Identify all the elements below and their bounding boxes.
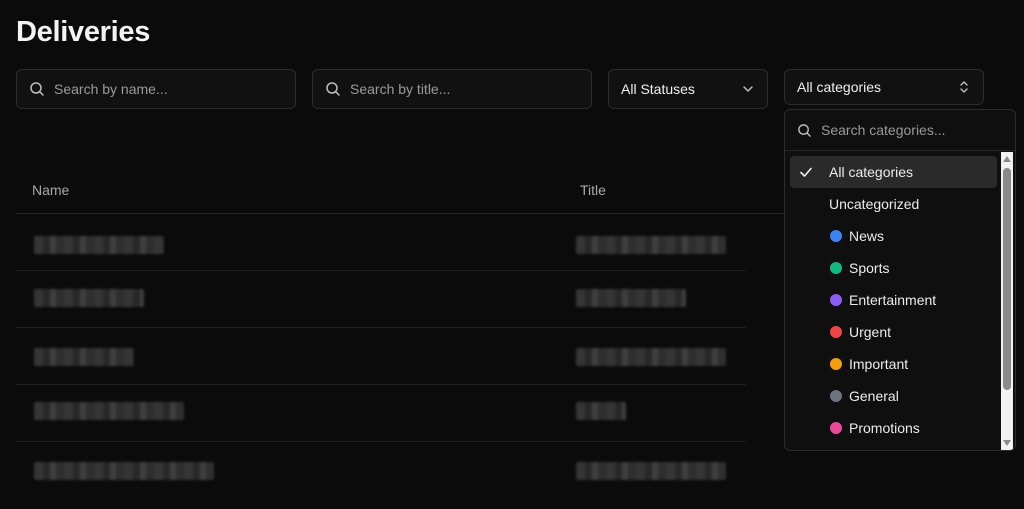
category-option-news[interactable]: News: [790, 220, 997, 252]
search-icon: [30, 82, 44, 96]
category-option-sports[interactable]: Sports: [790, 252, 997, 284]
search-icon: [326, 82, 340, 96]
category-option-label: News: [849, 228, 885, 244]
row-divider: [16, 270, 746, 271]
category-option-promotions[interactable]: Promotions: [790, 412, 997, 444]
category-search-field[interactable]: [785, 110, 1015, 151]
row-divider: [16, 327, 746, 328]
name-search-field[interactable]: [16, 69, 296, 109]
category-color-dot: [830, 230, 842, 242]
category-option-label: Urgent: [849, 324, 892, 340]
category-option-label: Uncategorized: [829, 196, 920, 212]
category-option-important[interactable]: Important: [790, 348, 997, 380]
scrollbar-thumb[interactable]: [1003, 168, 1011, 390]
title-search-field[interactable]: [312, 69, 592, 109]
redacted-title-cell: [576, 236, 726, 254]
category-color-dot: [830, 422, 842, 434]
category-option-label: Promotions: [849, 420, 920, 436]
category-option-urgent[interactable]: Urgent: [790, 316, 997, 348]
category-option-label: General: [849, 388, 899, 404]
redacted-name-cell: [34, 236, 164, 254]
column-header-name: Name: [32, 182, 70, 198]
check-icon: [800, 167, 812, 177]
redacted-title-cell: [576, 348, 726, 366]
category-search-input[interactable]: [821, 122, 1001, 138]
name-search-input[interactable]: [54, 70, 295, 108]
category-color-dot: [830, 294, 842, 306]
category-option-label: Important: [849, 356, 909, 372]
redacted-name-cell: [34, 348, 134, 366]
dropdown-scrollbar[interactable]: [1001, 152, 1013, 450]
column-header-title: Title: [580, 182, 606, 198]
status-select[interactable]: All Statuses: [608, 69, 768, 109]
category-select-value: All categories: [797, 79, 882, 95]
category-option-label: Entertainment: [849, 292, 937, 308]
scroll-down-arrow-icon[interactable]: [1003, 440, 1011, 446]
page-title: Deliveries: [16, 16, 151, 48]
row-divider: [16, 441, 746, 442]
redacted-name-cell: [34, 462, 214, 480]
category-dropdown: All categories Uncategorized News Sports…: [784, 109, 1016, 451]
category-option-all-categories[interactable]: All categories: [790, 156, 997, 188]
chevron-up-down-icon: [960, 81, 968, 93]
category-color-dot: [830, 326, 842, 338]
redacted-title-cell: [576, 402, 626, 420]
category-option-uncategorized[interactable]: Uncategorized: [790, 188, 997, 220]
category-color-dot: [830, 262, 842, 274]
redacted-title-cell: [576, 462, 726, 480]
category-option-entertainment[interactable]: Entertainment: [790, 284, 997, 316]
title-search-input[interactable]: [350, 70, 591, 108]
category-option-label: All categories: [829, 164, 914, 180]
category-options-list: All categories Uncategorized News Sports…: [785, 156, 1001, 444]
row-divider: [16, 384, 746, 385]
status-select-value: All Statuses: [621, 81, 695, 97]
category-color-dot: [830, 358, 842, 370]
redacted-name-cell: [34, 402, 184, 420]
search-icon: [798, 123, 811, 137]
category-option-label: Sports: [849, 260, 890, 276]
category-option-general[interactable]: General: [790, 380, 997, 412]
chevron-down-icon: [743, 86, 753, 92]
category-select[interactable]: All categories: [784, 69, 984, 105]
redacted-name-cell: [34, 289, 144, 307]
scroll-up-arrow-icon[interactable]: [1003, 156, 1011, 162]
redacted-title-cell: [576, 289, 686, 307]
category-color-dot: [830, 390, 842, 402]
deliveries-page: Deliveries All Statuses All categories N…: [0, 0, 1024, 509]
